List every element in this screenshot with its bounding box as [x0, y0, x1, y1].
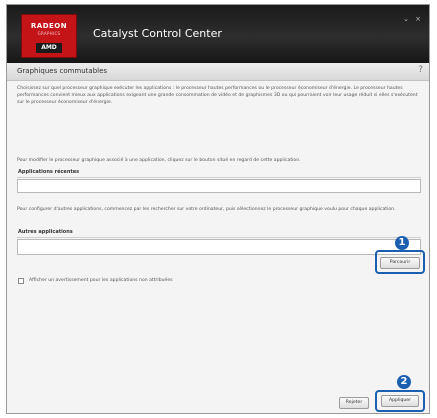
intro-text: Choisissez sur quel processeur graphique… — [17, 86, 418, 105]
other-instruction: Pour configurer d'autres applications, c… — [17, 207, 396, 212]
step-1-badge: 1 — [395, 236, 409, 250]
help-icon[interactable]: ? — [418, 65, 423, 75]
logo-graphics-text: GRAPHICS — [37, 31, 61, 36]
minimize-icon[interactable]: ⌄ — [403, 15, 409, 23]
logo-radeon-text: RADEON — [30, 22, 68, 30]
logo-amd-text: AMD — [36, 43, 62, 53]
warning-checkbox[interactable] — [18, 278, 24, 284]
title-bar: RADEON GRAPHICS AMD Catalyst Control Cen… — [7, 5, 429, 63]
catalyst-window: RADEON GRAPHICS AMD Catalyst Control Cen… — [6, 4, 430, 414]
apply-button[interactable]: Appliquer — [381, 395, 419, 407]
radeon-logo: RADEON GRAPHICS AMD — [21, 14, 77, 58]
section-title: Graphiques commutables — [17, 67, 108, 75]
section-header: Graphiques commutables ? — [7, 63, 429, 81]
warning-checkbox-label: Afficher un avertissement pour les appli… — [29, 278, 173, 283]
recent-apps-label: Applications récentes — [18, 169, 80, 175]
recent-divider — [17, 177, 421, 178]
close-icon[interactable]: × — [415, 15, 421, 23]
other-apps-list[interactable] — [17, 239, 421, 255]
other-divider — [17, 237, 421, 238]
reset-button[interactable]: Rejeter — [339, 397, 369, 409]
browse-button[interactable]: Parcourir — [380, 257, 420, 269]
other-apps-label: Autres applications — [18, 229, 73, 235]
step-2-badge: 2 — [397, 375, 411, 389]
app-title: Catalyst Control Center — [93, 27, 222, 40]
recent-instruction: Pour modifier le processeur graphique as… — [17, 158, 301, 163]
recent-apps-list[interactable] — [17, 179, 421, 193]
